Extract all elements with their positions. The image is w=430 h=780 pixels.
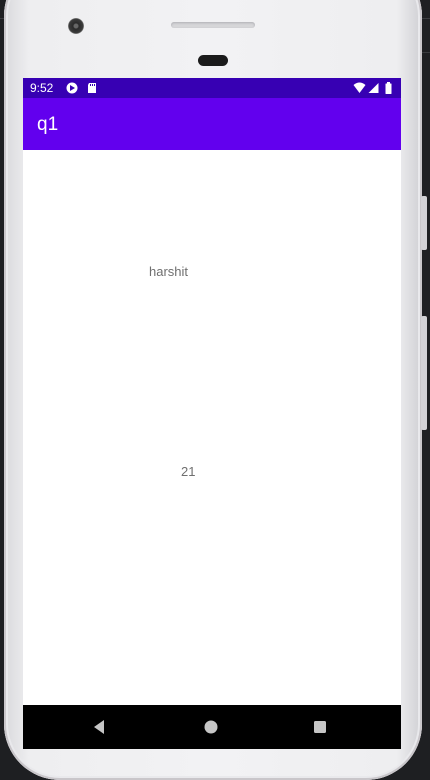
app-toolbar: q1 xyxy=(23,98,401,150)
name-text: harshit xyxy=(149,264,189,279)
app-title: q1 xyxy=(37,114,59,135)
status-bar: 9:52 xyxy=(23,78,401,98)
battery-icon xyxy=(385,82,392,94)
back-icon[interactable] xyxy=(88,715,112,739)
wifi-icon xyxy=(353,82,366,93)
status-time: 9:52 xyxy=(30,81,54,95)
signal-icon xyxy=(368,83,379,93)
play-store-icon xyxy=(66,82,78,94)
front-camera-icon xyxy=(68,18,84,34)
age-text: 21 xyxy=(181,464,196,479)
power-button[interactable] xyxy=(421,196,427,250)
main-content: harshit 21 xyxy=(23,150,401,705)
navigation-bar xyxy=(23,705,401,749)
volume-button[interactable] xyxy=(421,316,427,430)
home-icon[interactable] xyxy=(199,715,223,739)
sd-card-icon xyxy=(88,83,96,93)
device-screen: 9:52 q1 harshit 21 xyxy=(23,78,401,749)
earpiece-speaker xyxy=(171,22,255,28)
recents-icon[interactable] xyxy=(308,715,332,739)
proximity-sensor xyxy=(198,55,228,66)
